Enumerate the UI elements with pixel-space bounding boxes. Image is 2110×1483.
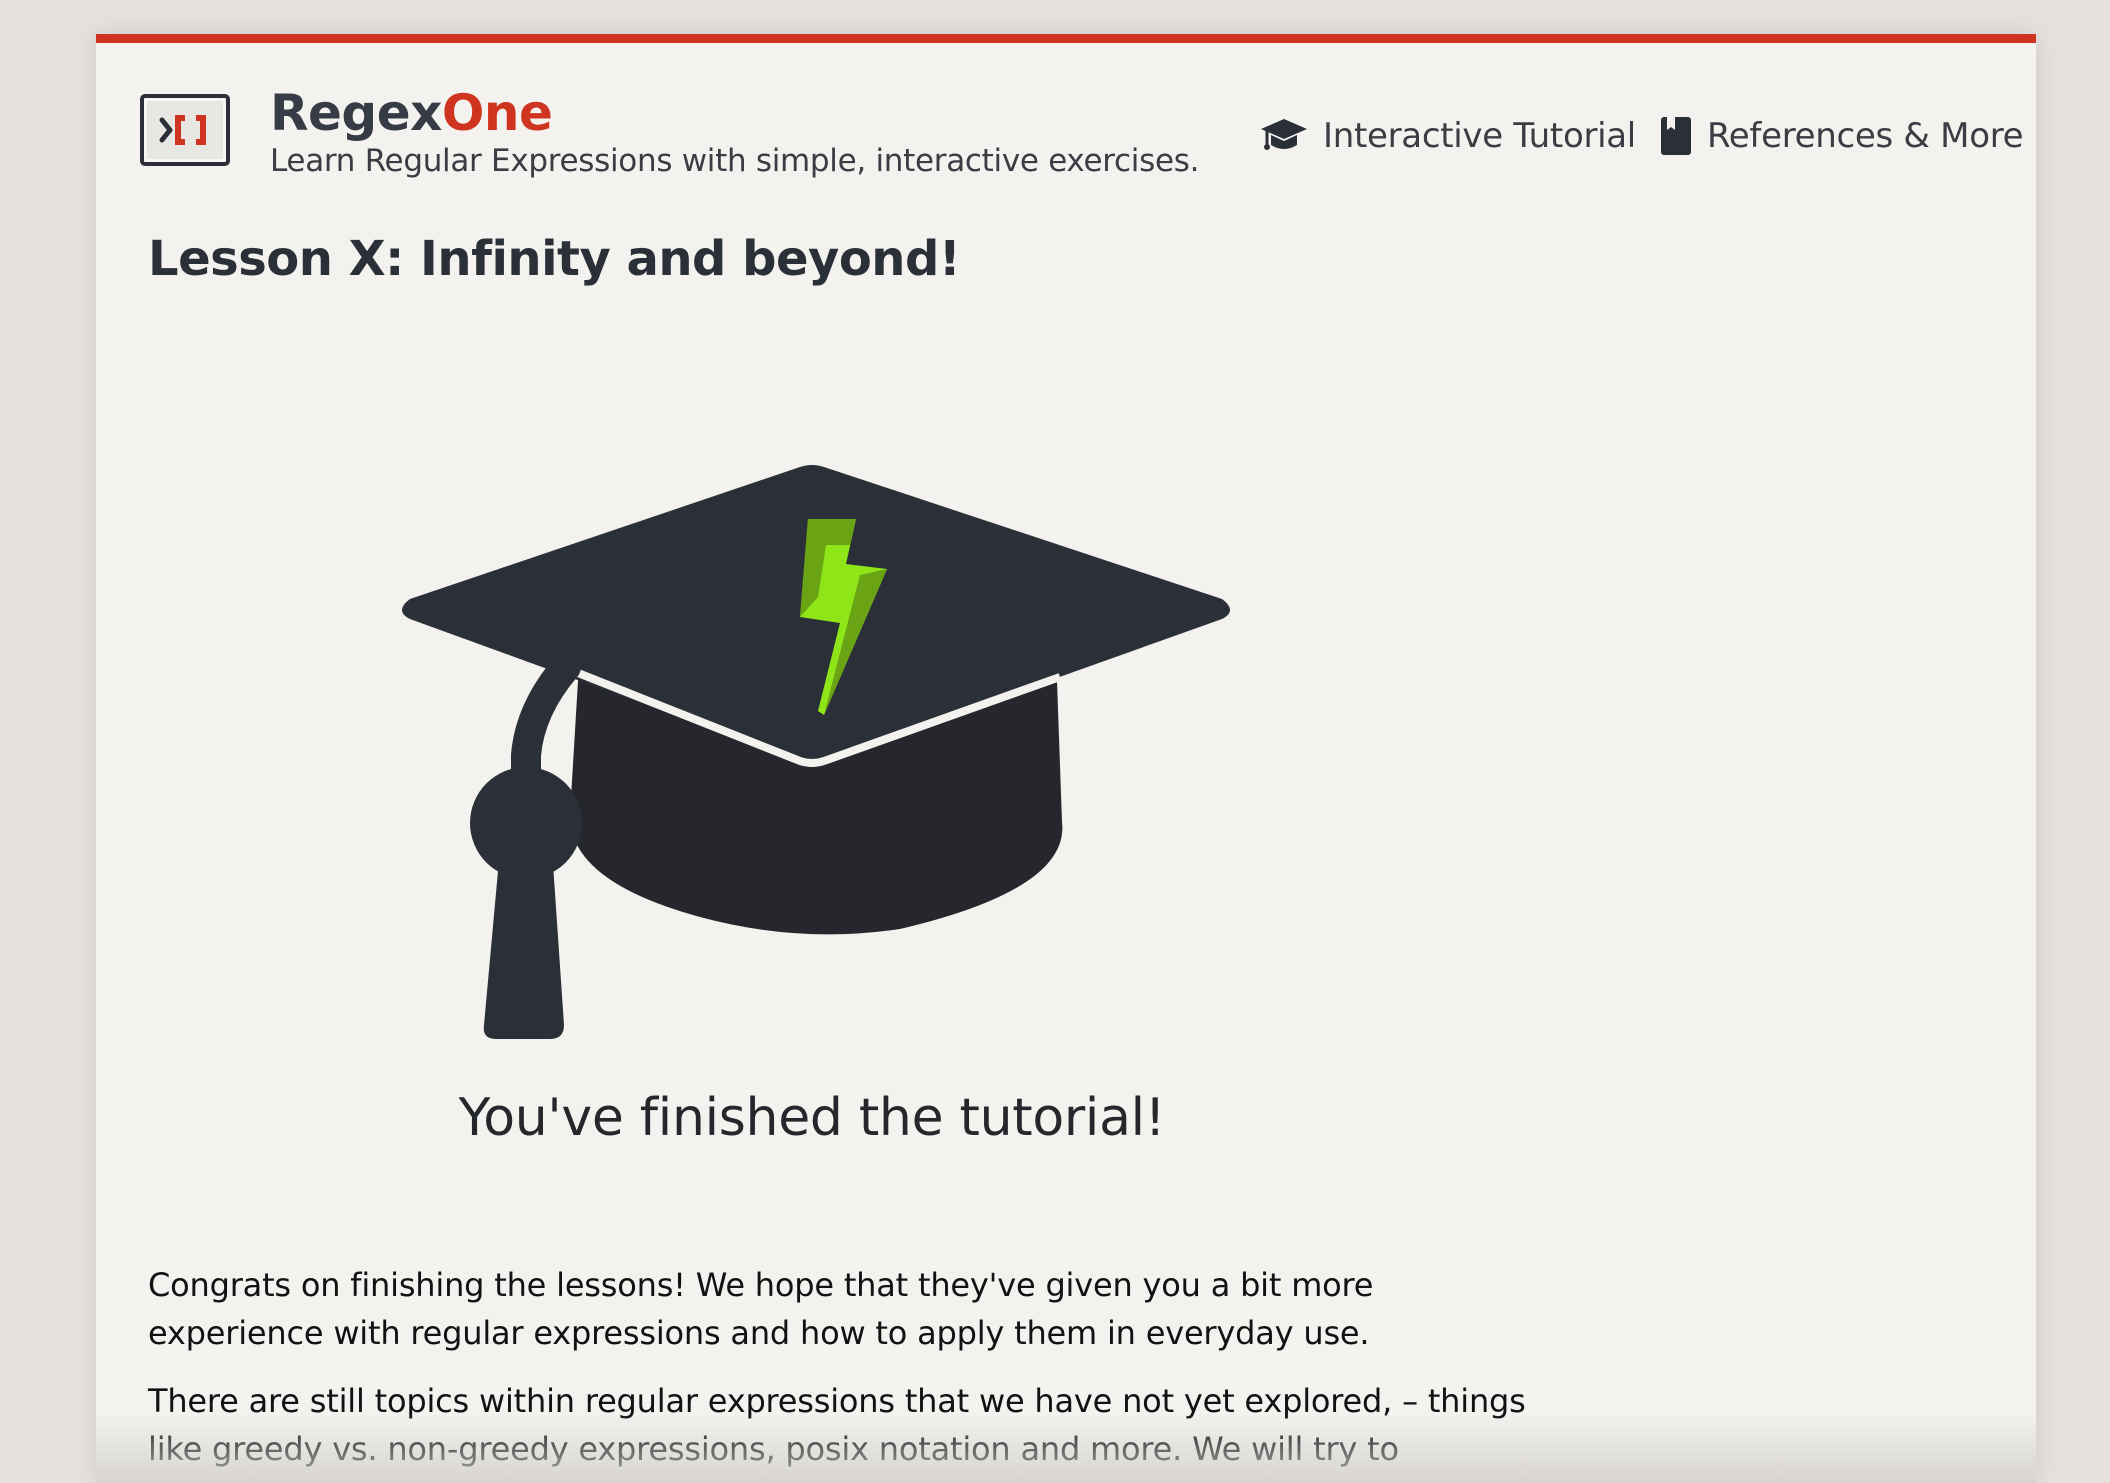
graduation-cap-icon: [1259, 115, 1309, 157]
nav-interactive-tutorial[interactable]: Interactive Tutorial: [1259, 111, 1636, 161]
lesson-paragraph: There are still topics within regular ex…: [148, 1382, 1526, 1483]
brand-title-regex: Regex: [270, 84, 442, 142]
regexone-logo-icon[interactable]: [140, 94, 230, 166]
brand-title-one: One: [441, 84, 553, 142]
lesson-title: Lesson X: Infinity and beyond!: [148, 231, 961, 287]
lesson-paragraph: Congrats on finishing the lessons! We ho…: [148, 1266, 1374, 1352]
brand-title[interactable]: RegexOne: [270, 83, 553, 143]
finished-message: You've finished the tutorial!: [458, 1088, 1166, 1148]
nav-references-more-label: References & More: [1707, 116, 2024, 156]
brand-tagline: Learn Regular Expressions with simple, i…: [270, 143, 1200, 179]
nav-references-more[interactable]: References & More: [1659, 111, 2024, 161]
page-container: RegexOne Learn Regular Expressions with …: [96, 34, 2036, 1483]
nav-interactive-tutorial-label: Interactive Tutorial: [1323, 116, 1636, 156]
graduation-cap-lightning-icon: [380, 419, 1260, 1059]
book-icon: [1659, 115, 1693, 157]
